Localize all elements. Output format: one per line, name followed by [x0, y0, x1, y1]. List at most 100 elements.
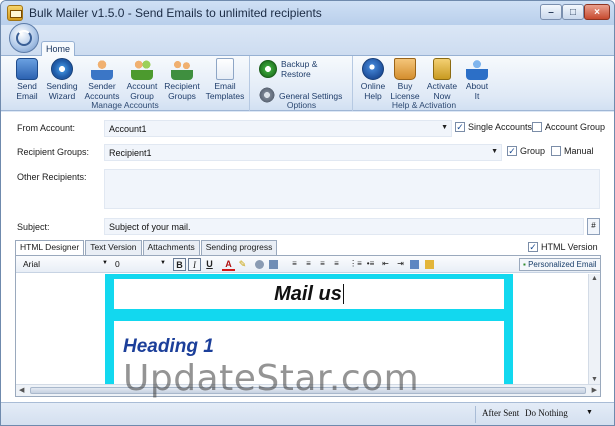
vertical-scrollbar[interactable]: ▲ ▼ — [588, 274, 600, 384]
underline-button[interactable]: U — [203, 258, 216, 271]
from-account-dropdown[interactable]: Account1 ▼ — [104, 120, 452, 137]
app-envelope-icon — [7, 5, 23, 21]
subject-label: Subject: — [17, 222, 50, 232]
help-icon — [362, 58, 384, 80]
chevron-down-icon: ▼ — [491, 148, 498, 155]
title-bar: Bulk Mailer v1.5.0 - Send Emails to unli… — [1, 1, 614, 25]
wizard-icon — [51, 58, 73, 80]
tab-text-version[interactable]: Text Version — [85, 240, 142, 255]
account-group-button[interactable]: Account Group — [124, 58, 160, 101]
after-sent-select[interactable]: Do Nothing — [525, 408, 568, 418]
shopping-bag-icon — [394, 58, 416, 80]
formatting-toolbar: Arial ▼ 0 ▼ B I U A ✎ ≡ ≡ ≡ ≡ ⋮≡ •≡ ⇤ ⇥ … — [16, 256, 601, 273]
account-group-checkbox[interactable]: Account Group — [532, 122, 605, 132]
compose-panel: From Account: Account1 ▼ ✓ Single Accoun… — [1, 112, 614, 402]
heading-1: Heading 1 — [123, 336, 214, 357]
scroll-thumb[interactable] — [30, 387, 586, 394]
backup-restore-button[interactable]: Backup & Restore — [259, 59, 317, 79]
send-email-button[interactable]: Send Email — [11, 58, 43, 101]
sender-accounts-icon — [91, 58, 113, 80]
send-email-icon — [16, 58, 38, 80]
sender-accounts-button[interactable]: Sender Accounts — [83, 58, 121, 101]
numbered-list-icon[interactable]: ⋮≡ — [349, 258, 362, 271]
insert-picture-icon[interactable] — [269, 260, 278, 269]
align-center-icon[interactable]: ≡ — [302, 258, 315, 271]
main-window: Bulk Mailer v1.5.0 - Send Emails to unli… — [0, 0, 615, 426]
personalized-email-button[interactable]: ▪ Personalized Email — [519, 258, 601, 271]
checkbox-checked-icon: ✓ — [528, 241, 538, 252]
checkbox-checked-icon: ✓ — [455, 121, 465, 132]
highlight-pen-icon[interactable]: ✎ — [236, 258, 249, 271]
ribbon-tab-strip — [1, 25, 614, 55]
about-button[interactable]: About It — [462, 58, 492, 101]
checkbox-unchecked-icon — [551, 146, 561, 156]
horizontal-scrollbar[interactable]: ◀ ▶ — [16, 384, 600, 396]
group-label-help: Help & Activation — [391, 100, 457, 110]
recipient-groups-button[interactable]: Recipient Groups — [163, 58, 201, 101]
recipient-groups-label: Recipient Groups: — [17, 147, 90, 157]
window-title: Bulk Mailer v1.5.0 - Send Emails to unli… — [29, 6, 322, 20]
other-recipients-label: Other Recipients: — [17, 172, 87, 182]
outdent-icon[interactable]: ⇤ — [379, 258, 392, 271]
email-templates-button[interactable]: Email Templates — [205, 58, 245, 101]
application-menu-button[interactable] — [9, 23, 39, 53]
align-right-icon[interactable]: ≡ — [316, 258, 329, 271]
ribbon: Send Email Sending Wizard Sender Account… — [1, 55, 614, 111]
email-templates-icon — [216, 58, 234, 80]
backup-icon — [259, 59, 277, 78]
online-help-button[interactable]: Online Help — [358, 58, 388, 101]
about-user-icon — [466, 58, 488, 80]
tab-sending-progress[interactable]: Sending progress — [200, 240, 278, 255]
group-options: Backup & Restore General Settings Option… — [251, 56, 353, 111]
italic-button[interactable]: I — [188, 258, 201, 271]
scroll-down-icon[interactable]: ▼ — [591, 376, 598, 383]
html-version-checkbox[interactable]: ✓ HTML Version — [528, 242, 598, 252]
design-canvas[interactable]: Mail us Heading 1 — [16, 274, 588, 384]
group-help-activation: Online Help Buy License Activate Now Abo… — [354, 56, 494, 111]
email-template-background: Mail us Heading 1 — [105, 274, 513, 384]
mail-us-block[interactable]: Mail us — [114, 279, 504, 309]
subject-personalize-button[interactable]: # — [587, 218, 600, 235]
other-recipients-input[interactable] — [104, 169, 600, 209]
recipient-groups-icon — [171, 58, 193, 80]
manual-checkbox[interactable]: Manual — [551, 146, 594, 156]
insert-image-icon[interactable] — [255, 260, 264, 269]
activate-now-button[interactable]: Activate Now — [424, 58, 460, 101]
insert-link-icon[interactable] — [425, 260, 434, 269]
bold-button[interactable]: B — [173, 258, 186, 271]
bullet-list-icon[interactable]: •≡ — [364, 258, 377, 271]
scroll-right-icon[interactable]: ▶ — [592, 386, 597, 394]
chevron-down-icon: ▼ — [160, 260, 166, 266]
group-label-manage: Manage Accounts — [91, 100, 159, 110]
group-manage-accounts: Send Email Sending Wizard Sender Account… — [1, 56, 250, 111]
status-separator — [475, 406, 476, 423]
chevron-down-icon[interactable]: ▼ — [586, 408, 593, 416]
recipient-groups-dropdown[interactable]: Recipient1 ▼ — [104, 144, 502, 161]
tab-html-designer[interactable]: HTML Designer — [15, 240, 85, 256]
text-cursor — [342, 284, 344, 304]
single-accounts-checkbox[interactable]: ✓ Single Accounts — [455, 122, 532, 132]
subject-input[interactable]: Subject of your mail. — [104, 218, 584, 235]
buy-license-button[interactable]: Buy License — [390, 58, 420, 101]
font-size-select[interactable]: 0 ▼ — [112, 258, 168, 271]
scroll-up-icon[interactable]: ▲ — [591, 275, 598, 282]
insert-table-icon[interactable] — [410, 260, 419, 269]
group-label-options: Options — [286, 100, 317, 110]
heading-block[interactable]: Heading 1 — [114, 321, 504, 384]
html-editor: Arial ▼ 0 ▼ B I U A ✎ ≡ ≡ ≡ ≡ ⋮≡ •≡ ⇤ ⇥ … — [15, 255, 601, 397]
scroll-left-icon[interactable]: ◀ — [19, 386, 24, 394]
status-bar: After Sent Do Nothing ▼ — [1, 402, 614, 425]
minimize-button[interactable]: – — [540, 4, 562, 20]
tab-attachments[interactable]: Attachments — [142, 240, 200, 255]
sending-wizard-button[interactable]: Sending Wizard — [45, 58, 79, 101]
maximize-button[interactable]: □ — [562, 4, 584, 20]
indent-icon[interactable]: ⇥ — [394, 258, 407, 271]
align-left-icon[interactable]: ≡ — [288, 258, 301, 271]
justify-icon[interactable]: ≡ — [330, 258, 343, 271]
close-button[interactable]: × — [584, 4, 610, 20]
group-checkbox[interactable]: ✓ Group — [507, 146, 545, 156]
tab-home[interactable]: Home — [41, 41, 75, 56]
font-color-button[interactable]: A — [222, 258, 235, 271]
lock-icon — [433, 58, 451, 80]
font-family-select[interactable]: Arial ▼ — [20, 258, 110, 271]
